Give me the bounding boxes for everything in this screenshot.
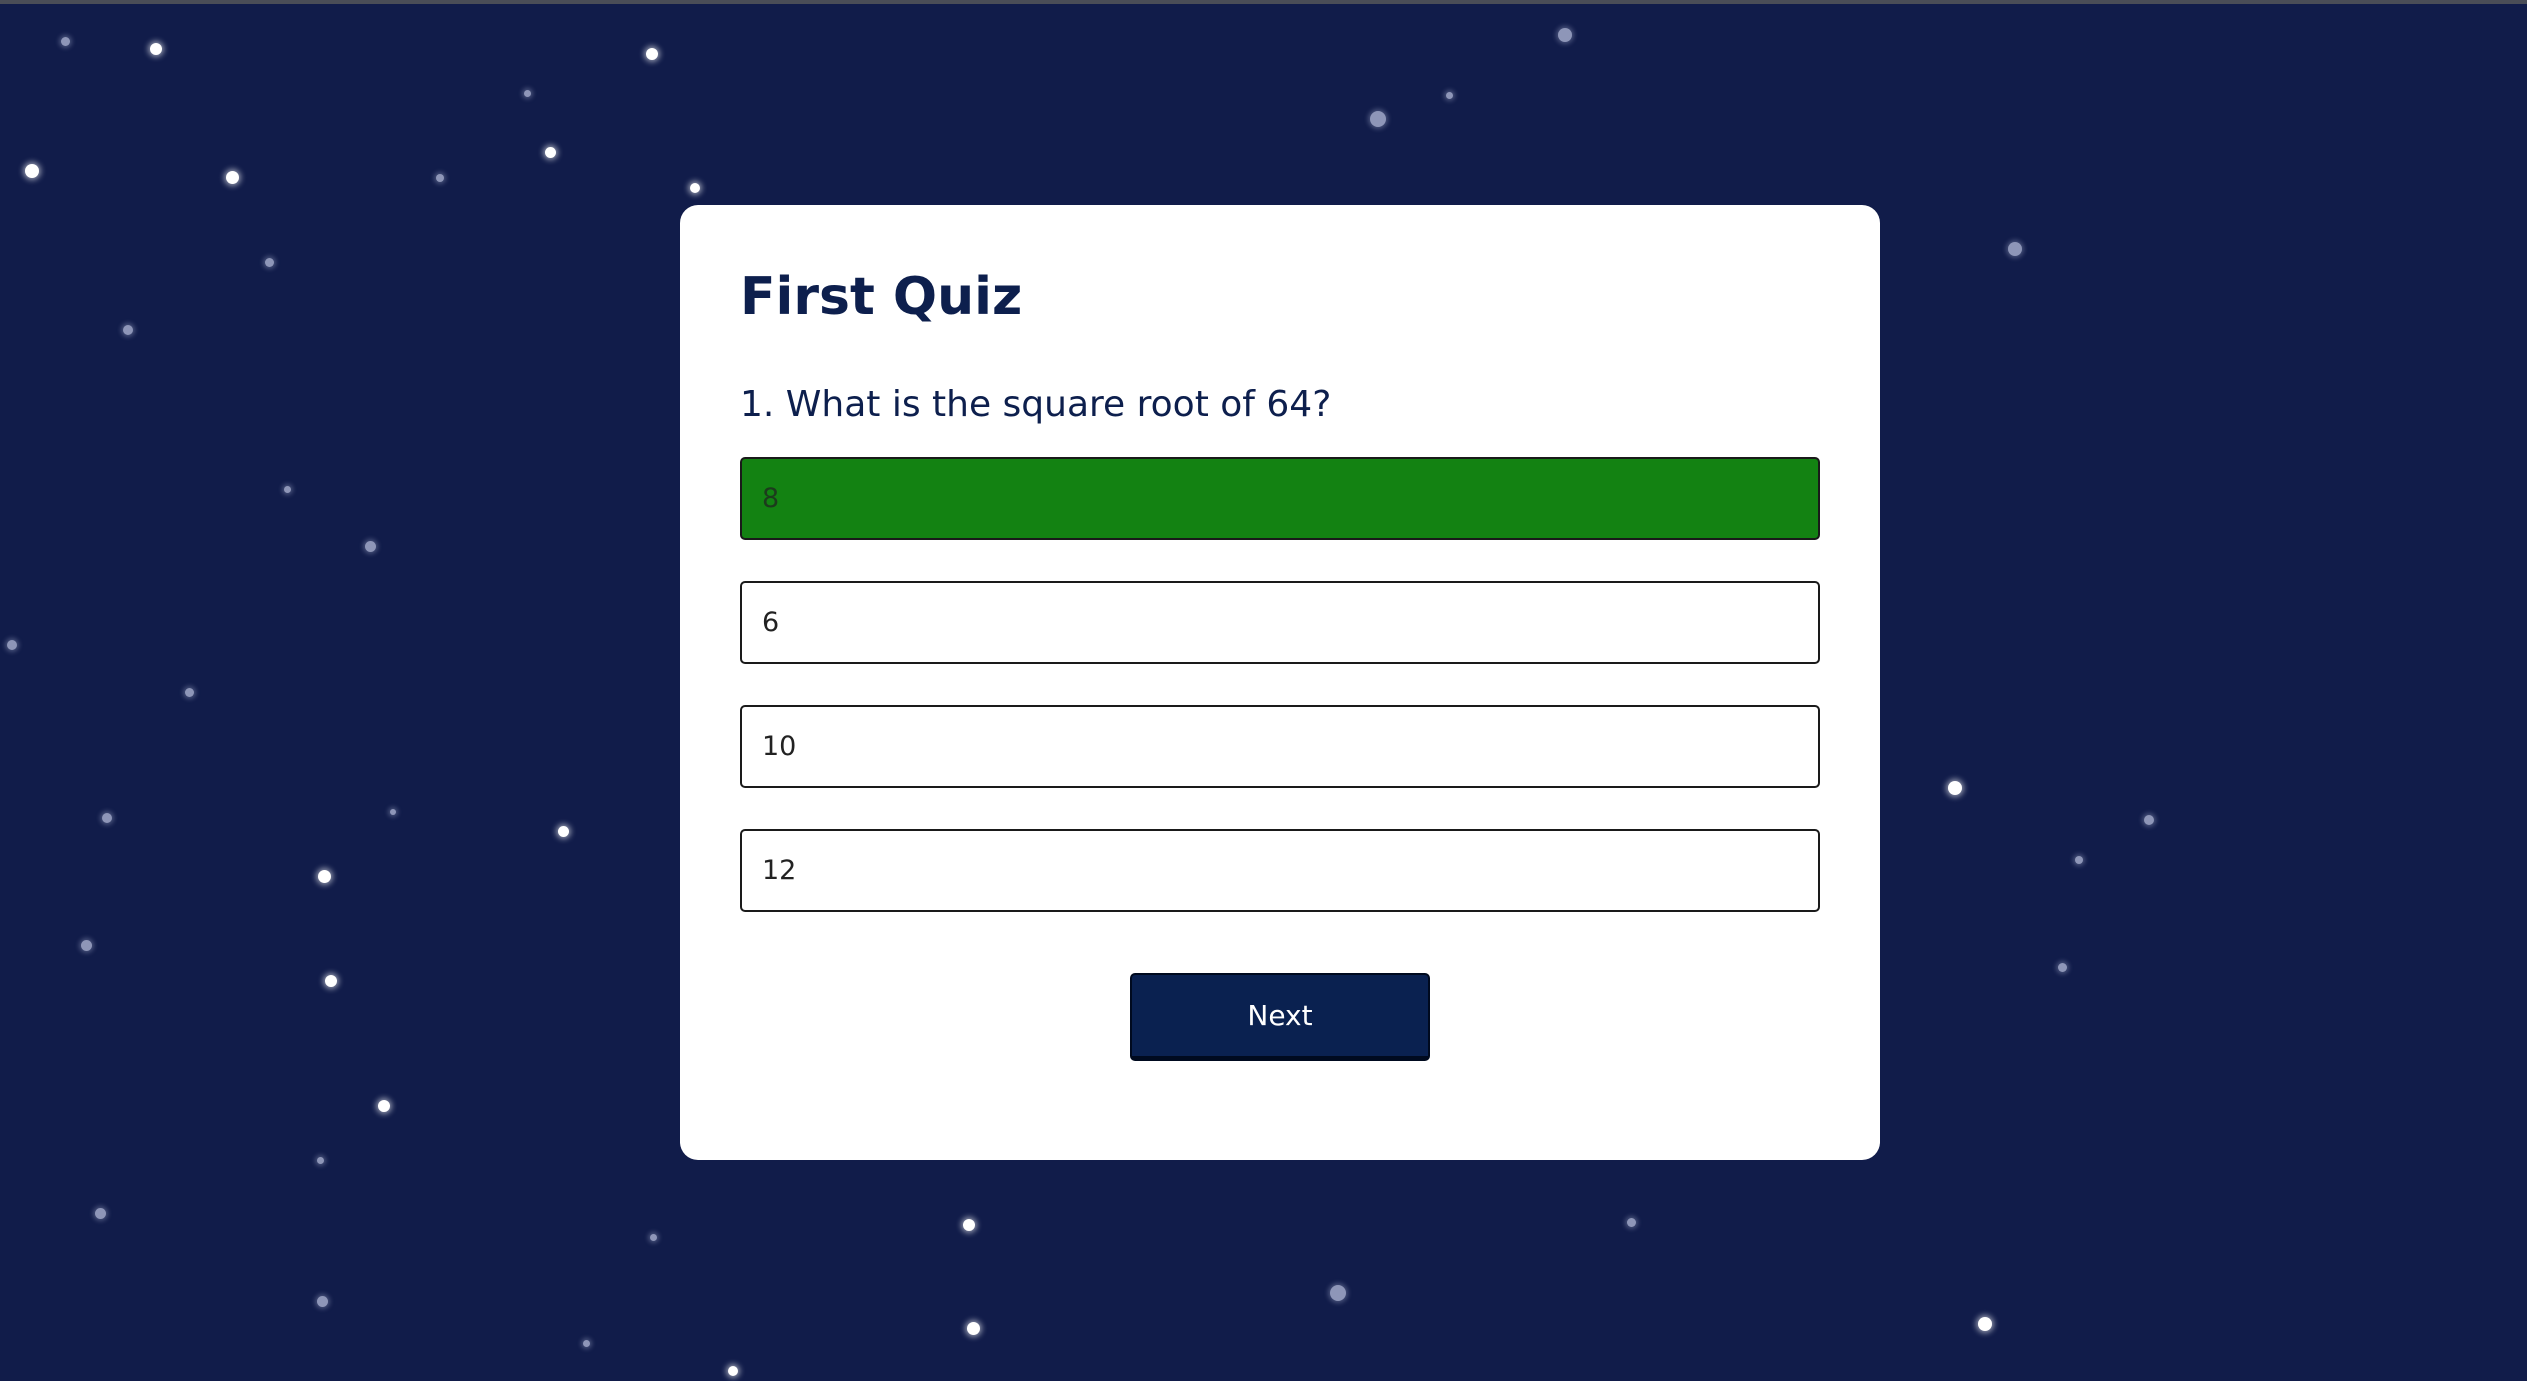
- star: [318, 870, 331, 883]
- answer-label: 10: [762, 731, 797, 762]
- star: [390, 809, 396, 815]
- star: [690, 183, 700, 193]
- star: [378, 1100, 390, 1112]
- star: [2058, 963, 2067, 972]
- star: [226, 171, 239, 184]
- answer-label: 6: [762, 607, 780, 638]
- star: [325, 975, 337, 987]
- answer-option[interactable]: 12: [740, 829, 1820, 912]
- star: [25, 164, 39, 178]
- star: [1330, 1285, 1346, 1301]
- quiz-card: First Quiz 1. What is the square root of…: [680, 205, 1880, 1160]
- star: [967, 1322, 980, 1335]
- next-button-label: Next: [1247, 999, 1313, 1032]
- star: [583, 1340, 590, 1347]
- question-text: 1. What is the square root of 64?: [740, 384, 1332, 425]
- star: [95, 1208, 106, 1219]
- star: [265, 258, 274, 267]
- answer-label: 12: [762, 855, 797, 886]
- star: [646, 48, 658, 60]
- star: [7, 640, 17, 650]
- star: [650, 1234, 657, 1241]
- star: [1627, 1218, 1636, 1227]
- star: [2075, 856, 2083, 864]
- star: [2008, 242, 2022, 256]
- star: [2144, 815, 2154, 825]
- star: [524, 90, 531, 97]
- star: [317, 1296, 328, 1307]
- next-button[interactable]: Next: [1130, 973, 1430, 1061]
- star: [545, 147, 556, 158]
- window-top-edge: [0, 0, 2527, 4]
- answer-option[interactable]: 10: [740, 705, 1820, 788]
- star: [436, 174, 444, 182]
- star: [123, 325, 133, 335]
- star: [1558, 28, 1572, 42]
- star: [150, 43, 162, 55]
- answer-label: 8: [762, 483, 780, 514]
- star: [284, 486, 291, 493]
- star: [963, 1219, 975, 1231]
- star: [61, 37, 70, 46]
- star: [81, 940, 92, 951]
- star: [365, 541, 376, 552]
- star: [102, 813, 112, 823]
- star: [1446, 92, 1453, 99]
- star: [185, 688, 194, 697]
- star: [558, 826, 569, 837]
- star: [1978, 1317, 1992, 1331]
- quiz-title: First Quiz: [740, 267, 1023, 327]
- star: [728, 1366, 738, 1376]
- answer-option-correct[interactable]: 8: [740, 457, 1820, 540]
- star: [317, 1157, 324, 1164]
- star: [1948, 781, 1962, 795]
- answer-option[interactable]: 6: [740, 581, 1820, 664]
- star: [1370, 111, 1386, 127]
